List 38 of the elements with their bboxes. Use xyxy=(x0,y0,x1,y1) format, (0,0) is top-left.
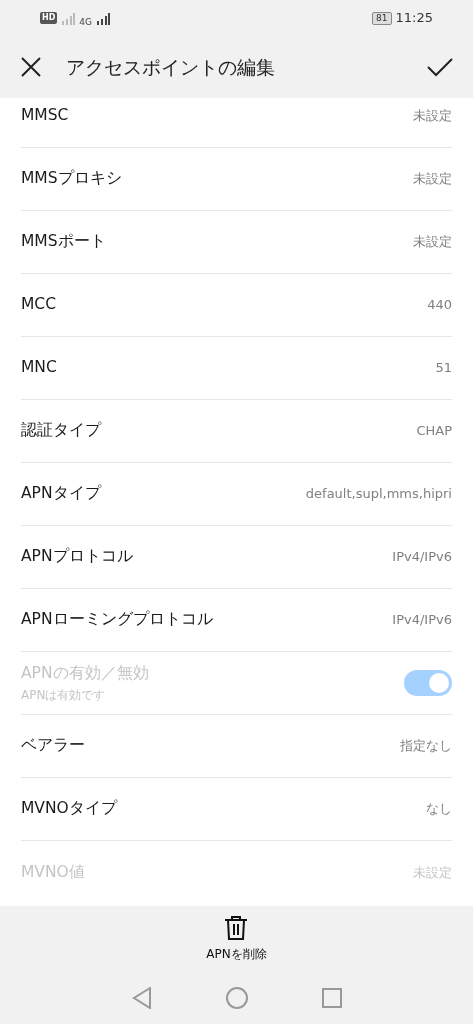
setting-value: 未設定 xyxy=(413,233,452,252)
home-icon[interactable] xyxy=(225,987,248,1009)
check-icon[interactable] xyxy=(427,57,453,77)
setting-value: 未設定 xyxy=(413,107,452,126)
setting-label: MMSプロキシ xyxy=(21,168,122,190)
trash-icon xyxy=(224,915,249,941)
setting-value: 440 xyxy=(427,296,452,315)
recents-icon[interactable] xyxy=(321,988,342,1008)
setting-label: APNの有効／無効 xyxy=(21,663,149,685)
setting-value: IPv4/IPv6 xyxy=(392,548,452,567)
setting-summary: APNは有効です xyxy=(21,686,107,704)
setting-label: MMSポート xyxy=(21,231,106,253)
setting-value: default,supl,mms,hipri xyxy=(305,485,452,504)
setting-value: CHAP xyxy=(416,422,452,441)
delete-apn-button[interactable]: APNを削除 xyxy=(206,915,267,963)
setting-label: MCC xyxy=(21,294,57,316)
setting-label: MVNO値 xyxy=(21,861,85,883)
setting-value: 未設定 xyxy=(413,170,452,189)
setting-label: ベアラー xyxy=(21,735,85,757)
setting-value: 51 xyxy=(435,359,452,378)
setting-label: APNプロトコル xyxy=(21,546,133,568)
setting-label: MVNOタイプ xyxy=(21,798,117,820)
setting-label: APNタイプ xyxy=(21,483,101,505)
hd-indicator: HD xyxy=(40,12,58,24)
network-label: 4G xyxy=(79,17,93,28)
back-icon[interactable] xyxy=(131,987,152,1009)
setting-label: APNローミングプロトコル xyxy=(21,609,213,631)
setting-label: MNC xyxy=(21,357,57,379)
close-icon[interactable] xyxy=(20,56,42,78)
setting-value: 指定なし xyxy=(400,737,452,756)
setting-value: 未設定 xyxy=(413,863,452,882)
screen-title: アクセスポイントの編集 xyxy=(66,54,275,80)
setting-value: なし xyxy=(426,800,452,819)
setting-label: MMSC xyxy=(21,105,69,127)
setting-label: 認証タイプ xyxy=(21,420,101,442)
setting-value: IPv4/IPv6 xyxy=(392,611,452,630)
battery-icon: 81 xyxy=(372,11,392,25)
clock: 11:25 xyxy=(395,9,433,28)
